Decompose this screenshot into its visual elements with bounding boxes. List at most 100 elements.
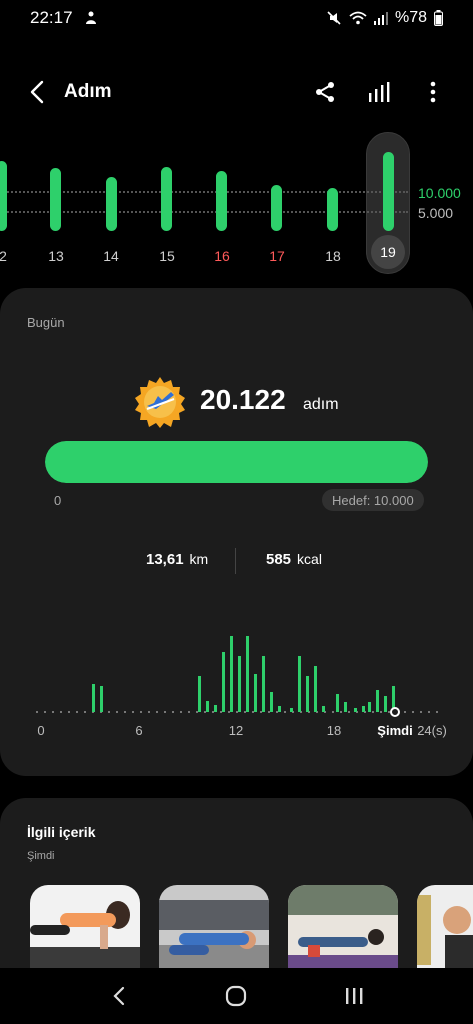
page-title: Adım	[64, 81, 112, 102]
bar-chart-icon	[369, 82, 390, 102]
hour-bar	[230, 636, 233, 712]
daily-steps-strip[interactable]: 19 2 13 14 15 16 17 18 10.000 5.000	[0, 128, 473, 278]
hour-bar	[354, 708, 357, 712]
back-arrow-icon	[30, 80, 44, 104]
app-bar-actions	[311, 78, 451, 106]
goal-line-5000	[0, 211, 408, 213]
hour-bar	[270, 692, 273, 712]
hour-axis-label: 12	[229, 723, 243, 738]
hour-bar	[100, 686, 103, 712]
related-thumbnail[interactable]	[159, 885, 269, 975]
day-label: 14	[103, 248, 119, 264]
status-right: %78	[326, 9, 443, 27]
day-label: 17	[269, 248, 285, 264]
trends-button[interactable]	[365, 78, 393, 106]
day-bar[interactable]	[327, 188, 338, 231]
hour-bar	[222, 652, 225, 712]
nav-back-button[interactable]	[99, 976, 139, 1016]
today-steps-value: 20.122	[200, 384, 286, 415]
distance-unit: km	[189, 551, 209, 567]
day-bar[interactable]	[0, 161, 7, 231]
nav-recents-button[interactable]	[334, 976, 374, 1016]
related-thumbnail[interactable]	[417, 885, 473, 975]
day-bar[interactable]	[161, 167, 172, 231]
back-button[interactable]	[22, 77, 52, 107]
today-label: Bugün	[27, 315, 65, 330]
hour-bar	[384, 696, 387, 712]
steps-progress-bar	[45, 441, 428, 483]
more-vertical-icon	[430, 81, 436, 103]
distance-stat: 13,61 km	[146, 551, 208, 568]
day-bar[interactable]	[271, 185, 282, 231]
now-marker	[390, 707, 400, 717]
day-label: 13	[48, 248, 64, 264]
hour-bar	[254, 674, 257, 712]
selected-day-number: 19	[371, 235, 405, 269]
goal-label-top: 10.000	[418, 185, 461, 201]
day-bar[interactable]	[106, 177, 117, 231]
nav-recents-icon	[346, 988, 363, 1004]
hour-bar	[92, 684, 95, 712]
stats-divider	[235, 548, 236, 574]
hour-bar	[322, 706, 325, 712]
hour-bar	[214, 705, 217, 712]
share-icon	[316, 82, 334, 102]
day-label: 16	[214, 248, 230, 264]
hour-bar	[306, 676, 309, 712]
day-label: 2	[0, 248, 7, 264]
battery-percent: %78	[394, 9, 427, 26]
related-thumbnail[interactable]	[288, 885, 398, 975]
hour-bar	[262, 656, 265, 712]
app-bar: Adım	[0, 70, 473, 114]
hour-bar	[238, 656, 241, 712]
status-time: 22:17	[30, 8, 73, 27]
hour-bar	[362, 706, 365, 712]
nav-back-icon	[113, 986, 124, 1006]
hourly-steps-chart[interactable]: 0 6 12 18 Şimdi 24(s)	[0, 618, 473, 748]
goal-label-bottom: 5.000	[418, 205, 454, 221]
hourly-bars	[92, 636, 395, 712]
hour-bar	[290, 708, 293, 712]
hour-bar	[278, 706, 281, 712]
hour-axis-label: 0	[37, 723, 44, 738]
hour-bar	[376, 690, 379, 712]
hour-bar	[344, 702, 347, 712]
hour-bar	[246, 636, 249, 712]
distance-value: 13,61	[146, 551, 184, 568]
hour-bar	[336, 694, 339, 712]
signal-icon	[373, 11, 388, 25]
goal-achieved-badge-icon	[134, 376, 186, 428]
goal-pill[interactable]: Hedef: 10.000	[322, 489, 424, 511]
notification-icon	[83, 10, 99, 26]
wifi-icon	[349, 11, 367, 25]
today-steps-unit: adım	[303, 396, 339, 413]
nav-home-button[interactable]	[216, 976, 256, 1016]
hour-axis-label: 24(s)	[417, 723, 447, 738]
day-label: 15	[159, 248, 175, 264]
status-bar: 22:17 %78	[0, 0, 473, 36]
hour-bar	[298, 656, 301, 712]
related-subtitle: Şimdi	[27, 850, 55, 862]
hour-bar	[314, 666, 317, 712]
day-bar[interactable]	[216, 171, 227, 231]
hour-axis-label: 18	[327, 723, 341, 738]
day-bar-selected[interactable]	[383, 152, 394, 231]
day-bar[interactable]	[50, 168, 61, 231]
calories-stat: 585 kcal	[266, 551, 322, 568]
system-nav-bar	[0, 968, 473, 1024]
hour-bar	[206, 701, 209, 712]
more-options-button[interactable]	[419, 78, 447, 106]
progress-start-label: 0	[54, 493, 62, 508]
status-left: 22:17	[30, 8, 99, 28]
nav-home-icon	[226, 985, 247, 1007]
related-title: İlgili içerik	[27, 824, 96, 840]
share-button[interactable]	[311, 78, 339, 106]
calories-value: 585	[266, 551, 292, 568]
today-card: Bugün 20.122 adım 0 Hedef: 10.000 13,61 k…	[0, 288, 473, 776]
related-thumbnail[interactable]	[30, 885, 140, 975]
calories-unit: kcal	[297, 551, 322, 567]
goal-line-10000	[0, 191, 408, 193]
mute-icon	[326, 10, 342, 26]
battery-icon	[434, 10, 443, 26]
hour-axis-label: 6	[135, 723, 142, 738]
